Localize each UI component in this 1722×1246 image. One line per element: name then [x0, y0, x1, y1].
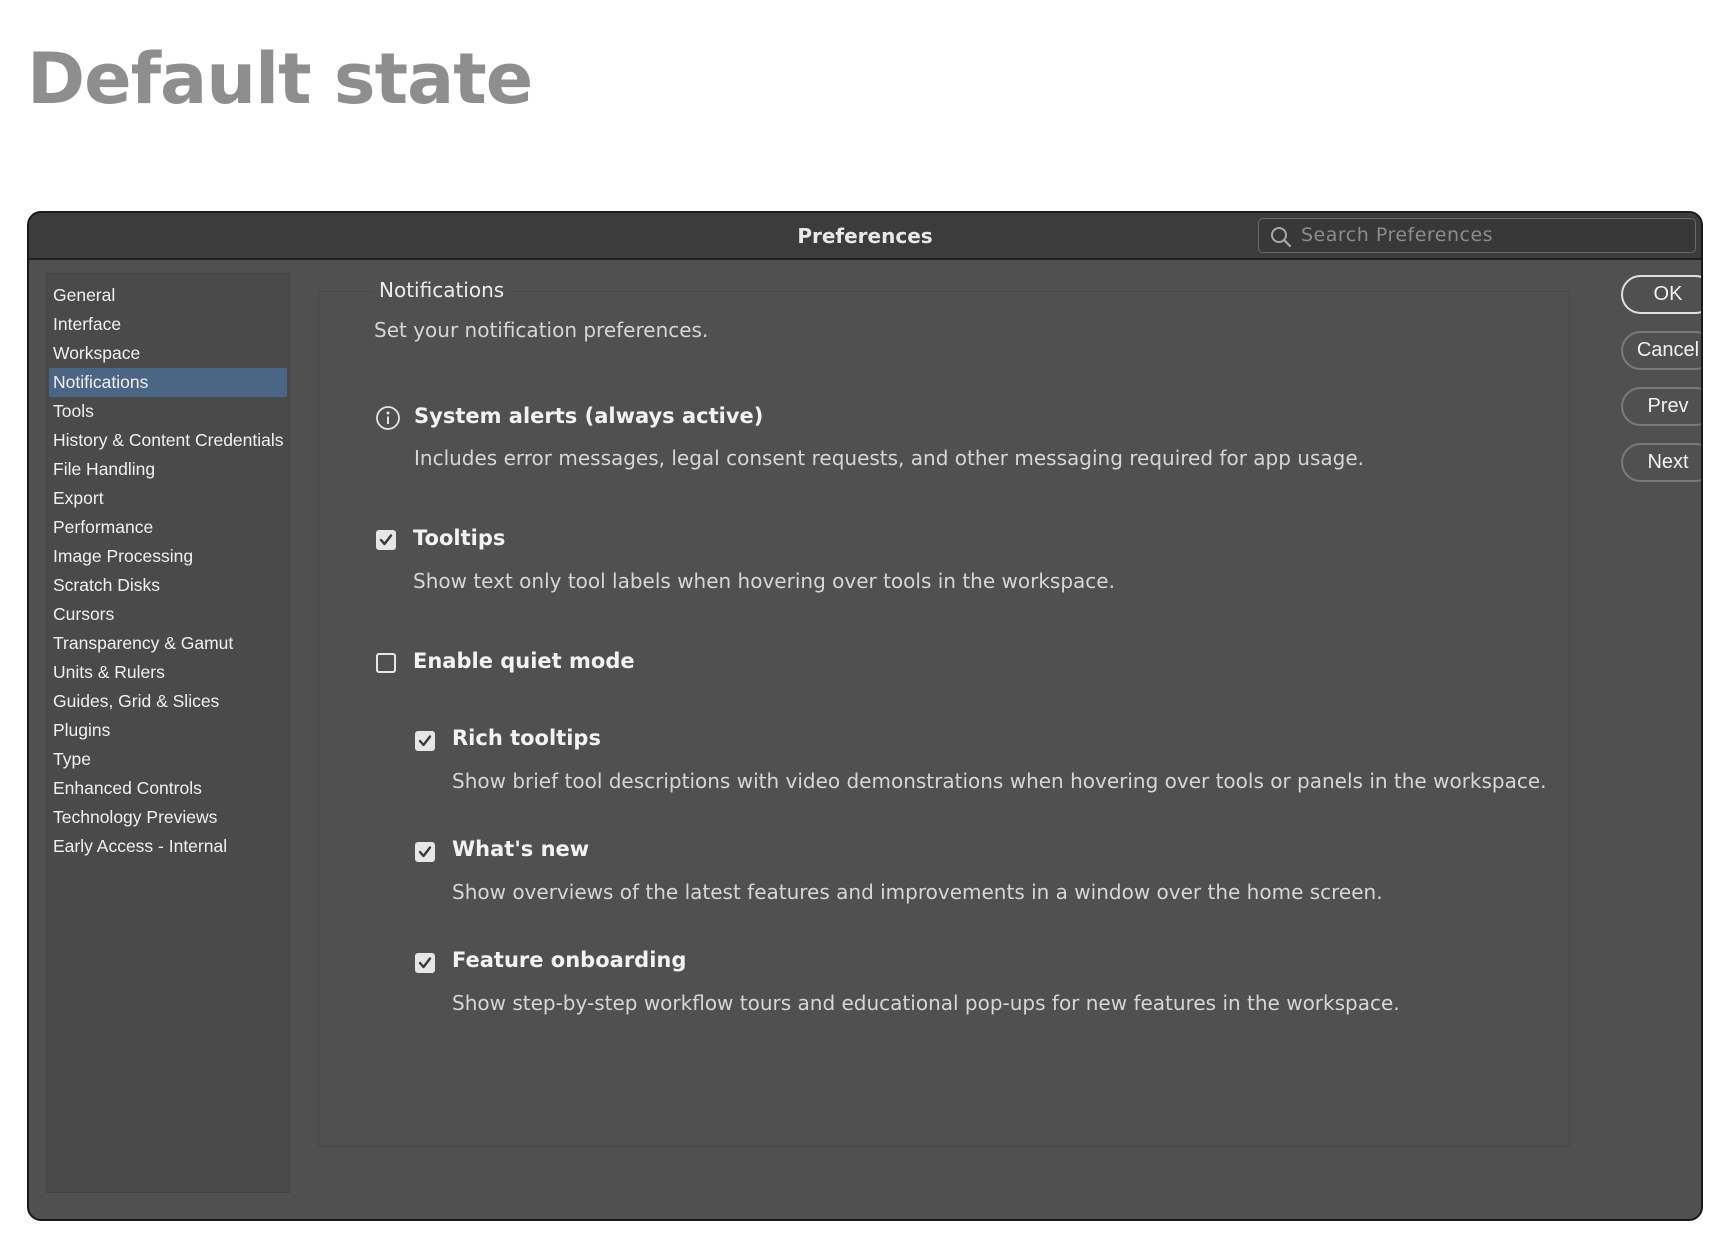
sidebar-item-units-rulers[interactable]: Units & Rulers [49, 658, 287, 687]
sidebar-item-tools[interactable]: Tools [49, 397, 287, 426]
quiet-mode-label[interactable]: Enable quiet mode [413, 649, 635, 673]
sidebar-item-notifications[interactable]: Notifications [49, 368, 287, 397]
next-button[interactable]: Next [1621, 443, 1701, 482]
rich-tooltips-description: Show brief tool descriptions with video … [452, 769, 1547, 793]
dialog-titlebar: Preferences [29, 213, 1701, 260]
sidebar-item-workspace[interactable]: Workspace [49, 339, 287, 368]
sidebar-item-plugins[interactable]: Plugins [49, 716, 287, 745]
search-box[interactable] [1258, 218, 1696, 253]
sidebar-item-guides-grid[interactable]: Guides, Grid & Slices [49, 687, 287, 716]
feature-onboarding-label[interactable]: Feature onboarding [452, 948, 686, 972]
tooltips-checkbox[interactable] [376, 530, 396, 550]
checkmark-icon [418, 735, 432, 747]
rich-tooltips-checkbox[interactable] [415, 731, 435, 751]
feature-onboarding-description: Show step-by-step workflow tours and edu… [452, 991, 1400, 1015]
sidebar-item-general[interactable]: General [49, 281, 287, 310]
sidebar-item-transparency[interactable]: Transparency & Gamut [49, 629, 287, 658]
prev-button[interactable]: Prev [1621, 387, 1701, 426]
section-subtitle: Set your notification preferences. [374, 318, 709, 342]
tooltips-description: Show text only tool labels when hovering… [413, 569, 1115, 593]
preferences-dialog: Preferences General Interface Workspace … [27, 211, 1703, 1221]
search-input[interactable] [1301, 219, 1681, 251]
system-alerts-label: System alerts (always active) [414, 404, 764, 428]
sidebar-item-file-handling[interactable]: File Handling [49, 455, 287, 484]
whats-new-checkbox[interactable] [415, 842, 435, 862]
tooltips-label[interactable]: Tooltips [413, 526, 505, 550]
sidebar-item-export[interactable]: Export [49, 484, 287, 513]
whats-new-label[interactable]: What's new [452, 837, 589, 861]
info-icon [376, 406, 400, 430]
whats-new-description: Show overviews of the latest features an… [452, 880, 1383, 904]
system-alerts-description: Includes error messages, legal consent r… [414, 446, 1364, 470]
sidebar-item-enhanced-controls[interactable]: Enhanced Controls [49, 774, 287, 803]
sidebar-item-performance[interactable]: Performance [49, 513, 287, 542]
checkmark-icon [418, 957, 432, 969]
search-icon [1271, 227, 1292, 248]
page-heading: Default state [27, 38, 533, 120]
sidebar-item-history[interactable]: History & Content Credentials [49, 426, 287, 455]
sidebar-item-image-processing[interactable]: Image Processing [49, 542, 287, 571]
sidebar-item-technology-previews[interactable]: Technology Previews [49, 803, 287, 832]
checkmark-icon [418, 846, 432, 858]
section-title: Notifications [374, 278, 510, 302]
feature-onboarding-checkbox[interactable] [415, 953, 435, 973]
ok-button[interactable]: OK [1621, 275, 1701, 314]
rich-tooltips-label[interactable]: Rich tooltips [452, 726, 601, 750]
preferences-sidebar: General Interface Workspace Notification… [46, 273, 290, 1193]
quiet-mode-checkbox[interactable] [376, 653, 396, 673]
checkmark-icon [379, 534, 393, 546]
sidebar-item-cursors[interactable]: Cursors [49, 600, 287, 629]
sidebar-item-early-access[interactable]: Early Access - Internal [49, 832, 287, 861]
sidebar-item-interface[interactable]: Interface [49, 310, 287, 339]
cancel-button[interactable]: Cancel [1621, 331, 1701, 370]
sidebar-item-type[interactable]: Type [49, 745, 287, 774]
sidebar-item-scratch-disks[interactable]: Scratch Disks [49, 571, 287, 600]
